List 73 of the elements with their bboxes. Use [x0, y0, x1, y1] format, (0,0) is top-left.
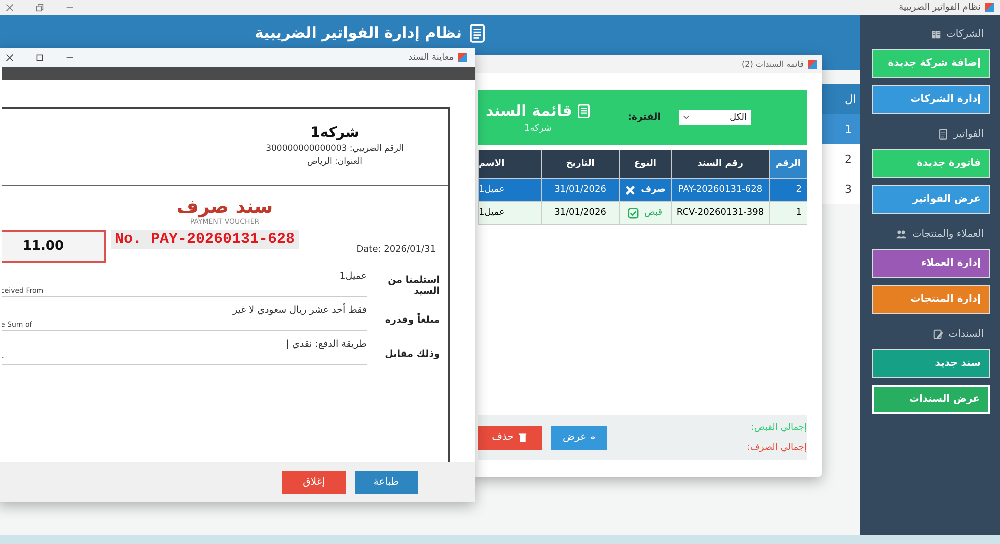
clipboard-icon — [578, 102, 590, 118]
edit-document-icon — [932, 328, 944, 340]
company-name: شركه1 — [310, 125, 360, 141]
restore-icon[interactable] — [36, 4, 44, 12]
field-value: عميل1 — [340, 271, 367, 282]
table-cell: 31/01/2026 — [541, 179, 619, 201]
address-text: العنوان: الرياض — [307, 157, 363, 167]
table-cell: صرف — [641, 185, 666, 195]
app-icon — [458, 53, 467, 62]
app-icon — [808, 60, 817, 68]
section-title: الفواتير — [954, 128, 984, 140]
table-cell: RCV-20260131-398 — [671, 202, 769, 224]
column-header: رقم السند — [671, 150, 769, 178]
section-title: السندات — [948, 328, 984, 340]
delete-button[interactable]: حذف — [478, 426, 542, 450]
window-title: قائمة السندات (2) — [742, 60, 804, 68]
voucher-number: No. PAY-20260131-628 — [111, 230, 300, 249]
tax-number: الرقم الضريبي: 300000000000003 — [266, 144, 404, 154]
date-text: Date: 2026/01/31 — [356, 245, 436, 255]
view-button[interactable]: عرض — [551, 426, 607, 450]
sidebar-button[interactable]: فاتورة جديدة — [872, 149, 990, 178]
window-title: نظام الفواتير الضريبية — [899, 2, 981, 12]
field-value: فقط أحد عشر ريال سعودي لا غير — [232, 305, 367, 316]
maximize-icon[interactable] — [36, 54, 44, 62]
table-cell-text: 2 — [844, 152, 853, 168]
company-name: شركه1 — [524, 124, 552, 134]
field-label: وذلك مقابل — [384, 348, 440, 360]
field-value: طريقة الدفع: نقدي | — [286, 339, 367, 350]
field-label: استلمنا من السيد — [387, 275, 440, 297]
checkbox-icon — [628, 208, 640, 218]
sidebar-button[interactable]: إضافة شركة جديدة — [872, 49, 990, 78]
app-icon — [985, 3, 994, 12]
voucher-title: سند صرف — [176, 196, 274, 218]
table-cell-text: 3 — [844, 182, 853, 198]
table-cell: 2 — [769, 179, 807, 201]
section-title: الشركات — [946, 28, 984, 40]
table-cell: عميل1 — [478, 202, 541, 224]
sidebar-button[interactable]: سند جديد — [872, 349, 990, 378]
header-title: نظام إدارة الفواتير الضريبية — [254, 24, 462, 42]
table-cell: 31/01/2026 — [541, 202, 619, 224]
document-icon — [470, 24, 486, 43]
table-cell: 1 — [769, 202, 807, 224]
sidebar-button[interactable]: إدارة العملاء — [872, 249, 990, 278]
close-icon[interactable] — [6, 4, 14, 12]
filter-label: الفترة: — [627, 112, 661, 123]
panel-title: قائمة السند — [486, 102, 572, 120]
total-label: إجمالي القبض: — [751, 422, 807, 432]
caret-icon — [682, 115, 690, 120]
total-label: إجمالي الصرف: — [748, 442, 807, 452]
trash-icon — [518, 432, 528, 442]
sidebar-button[interactable]: عرض السندات — [872, 385, 990, 414]
table-cell: قبض — [644, 208, 663, 218]
amount-box: 11.00 — [2, 230, 106, 263]
sidebar-button[interactable]: عرض الفواتير — [872, 185, 990, 214]
table-cell: PAY-20260131-628 — [671, 179, 769, 201]
building-icon — [930, 28, 942, 40]
section-title: العملاء والمنتجات — [912, 228, 984, 240]
print-button[interactable]: طباعة — [355, 470, 418, 494]
column-header: الرقم — [769, 150, 807, 178]
close-button[interactable]: إغلاق — [282, 470, 346, 494]
document-icon — [938, 128, 949, 140]
sidebar-button[interactable]: إدارة المنتجات — [872, 285, 990, 314]
window-title: معاينة السند — [408, 52, 454, 62]
close-icon[interactable] — [6, 54, 14, 62]
filter-dropdown[interactable]: الكل — [678, 110, 751, 125]
sidebar-button[interactable]: إدارة الشركات — [872, 85, 990, 114]
field-label: مبلغاً وقدره — [384, 314, 440, 326]
cross-icon — [625, 184, 636, 196]
column-header: الاسم — [478, 150, 541, 178]
table-cell: عميل1 — [478, 179, 541, 201]
column-header: النوع — [619, 150, 671, 178]
column-header: التاريخ — [541, 150, 619, 178]
people-icon — [896, 228, 908, 240]
